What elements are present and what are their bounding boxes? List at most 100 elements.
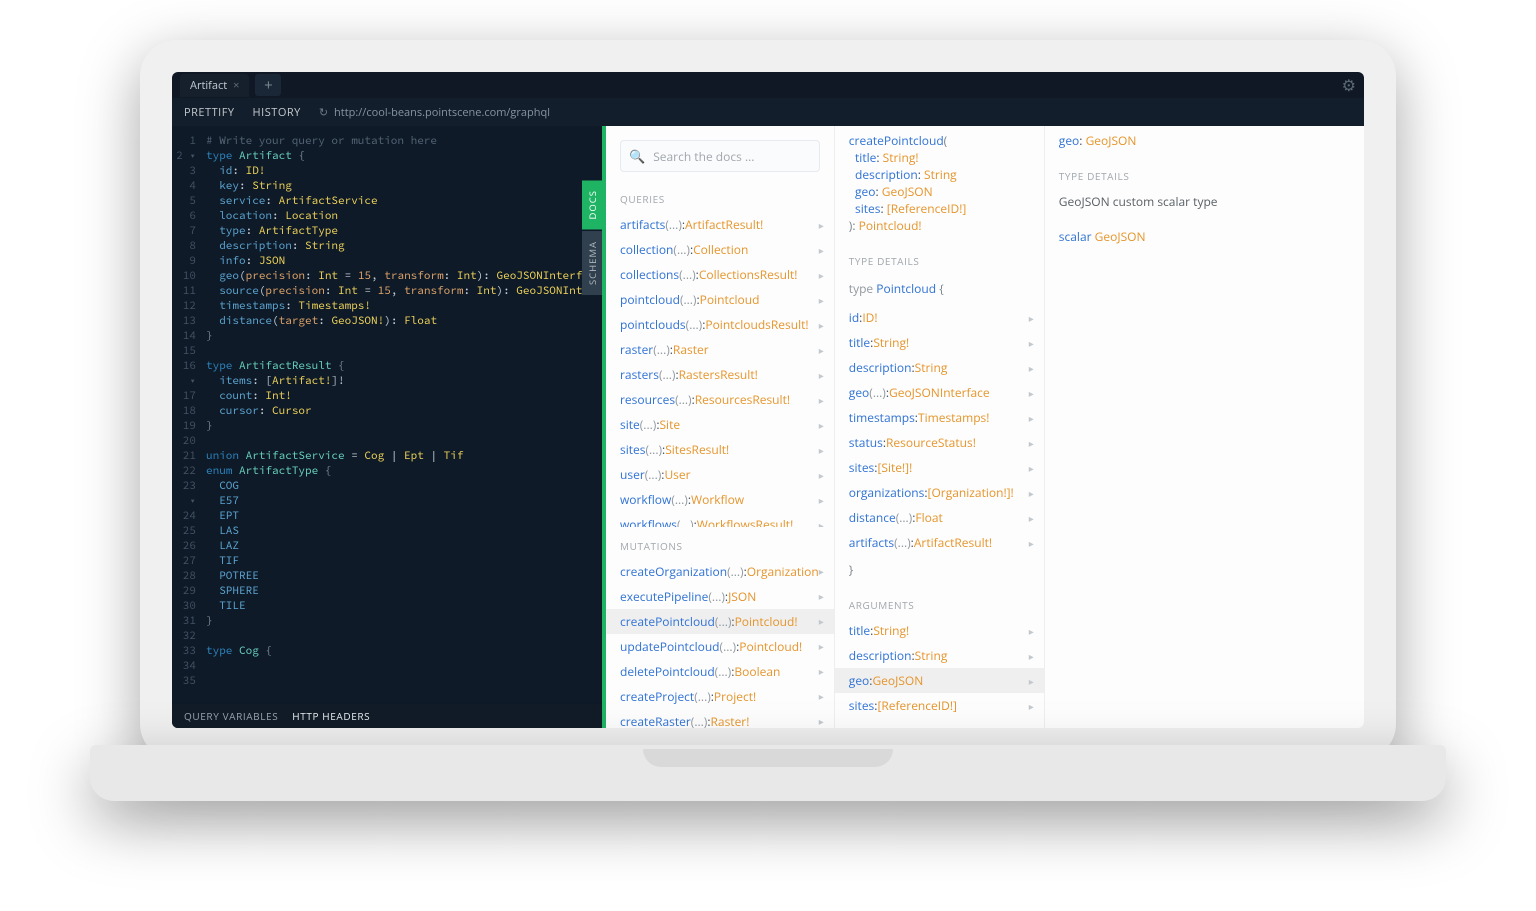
list-item[interactable]: pointclouds(...): PointcloudsResult!▸: [606, 312, 834, 337]
close-icon[interactable]: ×: [233, 78, 239, 93]
schema-side-tab[interactable]: SCHEMA: [582, 231, 602, 295]
type-details-label-2: TYPE DETAILS: [1045, 157, 1364, 189]
chevron-right-icon: ▸: [819, 268, 824, 282]
endpoint-field[interactable]: ↻ http://cool-beans.pointscene.com/graph…: [319, 105, 550, 120]
list-item[interactable]: collections(...): CollectionsResult!▸: [606, 262, 834, 287]
type-fields-list: id: ID!▸title: String!▸description: Stri…: [835, 305, 1044, 555]
chevron-right-icon: ▸: [819, 368, 824, 382]
list-item[interactable]: geo(...): GeoJSONInterface▸: [835, 380, 1044, 405]
editor-pane[interactable]: 12 ▾345678910111213141516 ▾1718192021222…: [172, 126, 602, 728]
docs-side-tab[interactable]: DOCS: [582, 180, 602, 229]
search-placeholder: Search the docs ...: [653, 148, 754, 165]
editor-gutter: 12 ▾345678910111213141516 ▾1718192021222…: [172, 134, 202, 689]
list-item[interactable]: sites: [ReferenceID!]▸: [835, 693, 1044, 718]
list-item[interactable]: createPointcloud(...): Pointcloud!▸: [606, 609, 834, 634]
chevron-right-icon: ▸: [819, 418, 824, 432]
list-item[interactable]: executePipeline(...): JSON▸: [606, 584, 834, 609]
list-item[interactable]: createOrganization(...): Organization▸: [606, 559, 834, 584]
list-item[interactable]: title: String!▸: [835, 330, 1044, 355]
list-item[interactable]: timestamps: Timestamps!▸: [835, 405, 1044, 430]
list-item[interactable]: organizations: [Organization!]!▸: [835, 480, 1044, 505]
chevron-right-icon: ▸: [1029, 386, 1034, 400]
list-item[interactable]: createProject(...): Project!▸: [606, 684, 834, 709]
gear-icon[interactable]: ⚙: [1342, 74, 1356, 96]
list-item[interactable]: updatePointcloud(...): Pointcloud!▸: [606, 634, 834, 659]
type-decl: type Pointcloud {: [835, 274, 1044, 305]
list-item[interactable]: rasters(...): RastersResult!▸: [606, 362, 834, 387]
list-item[interactable]: pointcloud(...): Pointcloud▸: [606, 287, 834, 312]
chevron-right-icon: ▸: [1029, 461, 1034, 475]
chevron-right-icon: ▸: [819, 518, 824, 527]
new-tab-button[interactable]: +: [255, 74, 281, 96]
editor-footer: QUERY VARIABLES HTTP HEADERS: [172, 704, 602, 728]
list-item[interactable]: artifacts(...): ArtifactResult!▸: [835, 530, 1044, 555]
app-screen: Artifact × + ⚙ PRETTIFY HISTORY ↻ http:/…: [172, 72, 1364, 728]
history-button[interactable]: HISTORY: [253, 105, 301, 120]
chevron-right-icon: ▸: [1029, 649, 1034, 663]
chevron-right-icon: ▸: [819, 293, 824, 307]
chevron-right-icon: ▸: [819, 493, 824, 507]
list-item[interactable]: sites(...): SitesResult!▸: [606, 437, 834, 462]
arguments-list: title: String!▸description: String▸geo: …: [835, 618, 1044, 718]
laptop-notch: [643, 749, 893, 767]
mutation-signature: createPointcloud( title: String! descrip…: [835, 126, 1044, 242]
editor-tab[interactable]: Artifact ×: [180, 74, 249, 97]
docs-search-input[interactable]: 🔍 Search the docs ...: [620, 140, 820, 172]
laptop-base: [90, 745, 1446, 801]
list-item[interactable]: site(...): Site▸: [606, 412, 834, 437]
laptop-frame: Artifact × + ⚙ PRETTIFY HISTORY ↻ http:/…: [140, 40, 1396, 760]
list-item[interactable]: distance(...): Float▸: [835, 505, 1044, 530]
list-item[interactable]: geo: GeoJSON▸: [835, 668, 1044, 693]
chevron-right-icon: ▸: [1029, 311, 1034, 325]
chevron-right-icon: ▸: [819, 318, 824, 332]
chevron-right-icon: ▸: [1029, 511, 1034, 525]
reload-icon[interactable]: ↻: [319, 105, 328, 120]
list-item[interactable]: sites: [Site!]!▸: [835, 455, 1044, 480]
docs-arg-panel: geo: GeoJSON TYPE DETAILS GeoJSON custom…: [1045, 126, 1364, 728]
chevron-right-icon: ▸: [819, 589, 824, 603]
docs-root-panel: 🔍 Search the docs ... QUERIES artifacts(…: [606, 126, 835, 728]
list-item[interactable]: deletePointcloud(...): Boolean▸: [606, 659, 834, 684]
http-headers-tab[interactable]: HTTP HEADERS: [292, 709, 370, 723]
query-variables-tab[interactable]: QUERY VARIABLES: [184, 709, 278, 723]
list-item[interactable]: artifacts(...): ArtifactResult!▸: [606, 212, 834, 237]
chevron-right-icon: ▸: [1029, 411, 1034, 425]
chevron-right-icon: ▸: [1029, 436, 1034, 450]
endpoint-url: http://cool-beans.pointscene.com/graphql: [334, 105, 550, 120]
list-item[interactable]: description: String▸: [835, 355, 1044, 380]
chevron-right-icon: ▸: [819, 664, 824, 678]
titlebar: Artifact × + ⚙: [172, 72, 1364, 98]
tab-label: Artifact: [190, 78, 227, 93]
prettify-button[interactable]: PRETTIFY: [184, 105, 235, 120]
chevron-right-icon: ▸: [819, 393, 824, 407]
list-item[interactable]: workflow(...): Workflow▸: [606, 487, 834, 512]
chevron-right-icon: ▸: [1029, 336, 1034, 350]
list-item[interactable]: title: String!▸: [835, 618, 1044, 643]
chevron-right-icon: ▸: [1029, 361, 1034, 375]
chevron-right-icon: ▸: [819, 689, 824, 703]
list-item[interactable]: id: ID!▸: [835, 305, 1044, 330]
list-item[interactable]: resources(...): ResourcesResult!▸: [606, 387, 834, 412]
queries-label: QUERIES: [606, 180, 834, 212]
chevron-right-icon: ▸: [819, 614, 824, 628]
list-item[interactable]: user(...): User▸: [606, 462, 834, 487]
chevron-right-icon: ▸: [819, 443, 824, 457]
chevron-right-icon: ▸: [819, 564, 824, 578]
list-item[interactable]: description: String▸: [835, 643, 1044, 668]
list-item[interactable]: status: ResourceStatus!▸: [835, 430, 1044, 455]
list-item[interactable]: collection(...): Collection▸: [606, 237, 834, 262]
chevron-right-icon: ▸: [1029, 674, 1034, 688]
list-item[interactable]: workflows(...): WorkflowsResult!▸: [606, 512, 834, 527]
mutations-list: createOrganization(...): Organization▸ex…: [606, 559, 834, 728]
arg-header: geo: GeoJSON: [1045, 126, 1364, 157]
chevron-right-icon: ▸: [819, 468, 824, 482]
chevron-right-icon: ▸: [819, 639, 824, 653]
toolbar: PRETTIFY HISTORY ↻ http://cool-beans.poi…: [172, 98, 1364, 126]
editor-code[interactable]: # Write your query or mutation heretype …: [206, 134, 602, 659]
search-icon: 🔍: [629, 147, 645, 165]
chevron-right-icon: ▸: [1029, 699, 1034, 713]
list-item[interactable]: createRaster(...): Raster!▸: [606, 709, 834, 728]
type-details-label: TYPE DETAILS: [835, 242, 1044, 274]
list-item[interactable]: raster(...): Raster▸: [606, 337, 834, 362]
chevron-right-icon: ▸: [819, 343, 824, 357]
